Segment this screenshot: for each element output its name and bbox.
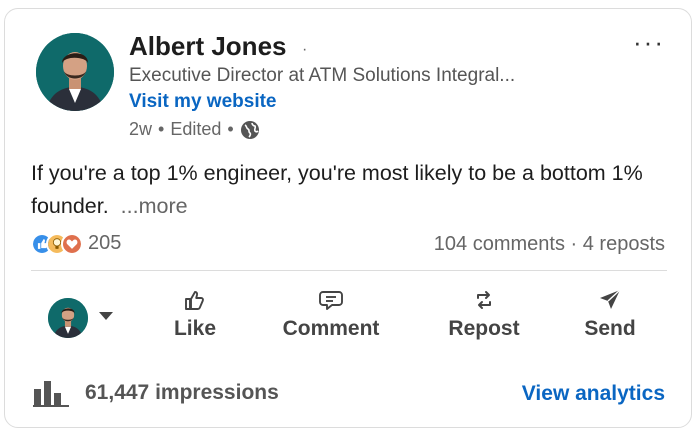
name-separator: · (302, 41, 308, 58)
post-meta: 2w • Edited • (129, 119, 260, 140)
post-text: If you're a top 1% engineer, you're most… (31, 157, 681, 223)
send-label: Send (584, 317, 636, 340)
divider (31, 270, 667, 271)
post-card: Albert Jones · ··· Executive Director at… (4, 8, 692, 428)
view-analytics-link[interactable]: View analytics (522, 382, 665, 406)
meta-separator: • (227, 119, 234, 139)
repost-button[interactable]: Repost (443, 287, 525, 341)
comment-icon (319, 291, 343, 310)
visit-website-link[interactable]: Visit my website (129, 91, 277, 113)
person-photo-icon (48, 298, 88, 338)
comment-label: Comment (282, 317, 380, 340)
author-headline: Executive Director at ATM Solutions Inte… (129, 65, 516, 86)
send-button[interactable]: Send (580, 287, 640, 341)
send-icon (600, 289, 621, 309)
impressions-count: 61,447 impressions (85, 381, 279, 404)
love-reaction-icon (61, 232, 83, 255)
like-label: Like (173, 317, 217, 340)
reposts-count[interactable]: 4 reposts (583, 233, 665, 255)
chevron-down-icon[interactable] (99, 312, 113, 320)
actor-avatar[interactable] (48, 298, 88, 338)
impressions[interactable]: 61,447 impressions (33, 379, 279, 407)
person-photo-icon (36, 33, 114, 111)
comment-button[interactable]: Comment (275, 287, 387, 341)
repost-label: Repost (448, 317, 520, 340)
like-button[interactable]: Like (171, 287, 219, 341)
comments-count[interactable]: 104 comments (434, 233, 565, 255)
post-age: 2w (129, 119, 153, 139)
reactions-summary[interactable]: 205 (31, 232, 121, 255)
author-avatar[interactable] (36, 33, 114, 111)
bar-chart-icon (33, 381, 69, 407)
repost-icon (477, 291, 491, 309)
engagement-counts: 104 comments · 4 reposts (434, 233, 665, 256)
reaction-count: 205 (88, 232, 122, 254)
meta-separator: • (158, 119, 165, 139)
counts-separator: · (570, 233, 578, 255)
more-options-icon[interactable]: ··· (633, 27, 665, 58)
see-more-link[interactable]: ...more (121, 194, 188, 218)
edited-label: Edited (170, 119, 222, 139)
author-name[interactable]: Albert Jones (129, 31, 287, 62)
thumbs-up-icon (185, 291, 204, 310)
globe-icon (240, 120, 259, 139)
